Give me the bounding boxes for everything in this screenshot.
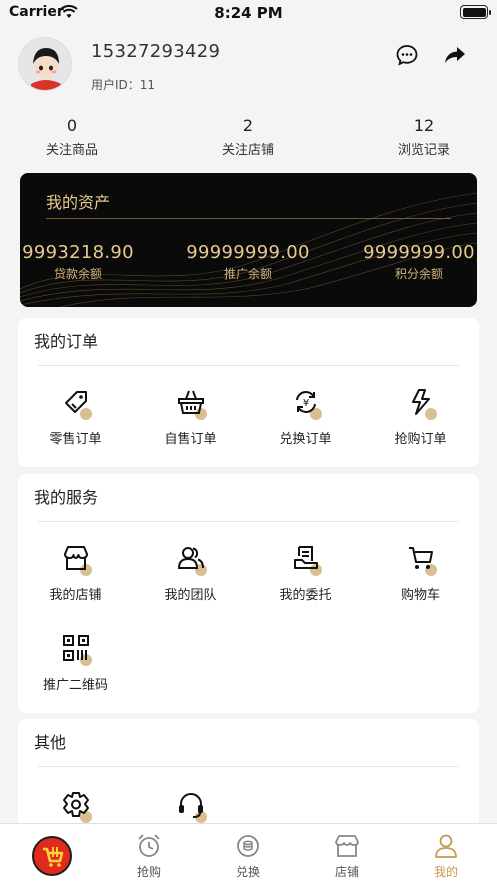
- stat-followed-goods[interactable]: 0 关注商品: [12, 115, 132, 158]
- service-label: 推广二维码: [42, 678, 108, 693]
- order-retail[interactable]: 零售订单: [18, 386, 133, 447]
- stat-label: 浏览记录: [397, 143, 450, 158]
- service-cart[interactable]: 购物车: [363, 542, 478, 603]
- asset-divider: [46, 218, 451, 219]
- avatar[interactable]: [18, 37, 72, 91]
- asset-label: 推广余额: [223, 267, 272, 281]
- stat-value: 0: [66, 116, 78, 135]
- asset-label: 积分余额: [394, 267, 443, 281]
- asset-title: 我的资产: [46, 193, 111, 212]
- cart-icon: [408, 547, 433, 569]
- battery-icon: [460, 5, 491, 19]
- shop-logo-icon[interactable]: [32, 836, 72, 876]
- stat-browse-history[interactable]: 12 浏览记录: [364, 115, 484, 158]
- order-label: 零售订单: [49, 432, 102, 447]
- team-icon: [177, 547, 204, 569]
- stat-value: 2: [242, 116, 254, 135]
- orders-panel: 我的订单 零售订单 自售订单 ¥ 兑换订单 抢购订单: [18, 318, 479, 467]
- svg-text:¥: ¥: [302, 398, 308, 409]
- panel-divider: [38, 365, 459, 366]
- delegate-icon: [293, 546, 318, 569]
- exchange-coin-icon: [233, 831, 263, 861]
- alarm-clock-icon: [134, 831, 164, 861]
- service-my-store[interactable]: 我的店铺: [18, 542, 133, 603]
- order-flash-sale[interactable]: 抢购订单: [363, 386, 478, 447]
- store-tab-icon: [332, 831, 362, 861]
- panel-divider: [38, 766, 459, 767]
- tab-label: 抢购: [136, 865, 161, 879]
- asset-value: 9999999.00: [363, 242, 475, 263]
- orders-title: 我的订单: [34, 332, 99, 351]
- asset-card: 我的资产 9993218.90 贷款余额 99999999.00 推广余额 99…: [20, 173, 477, 307]
- services-title: 我的服务: [34, 488, 99, 507]
- headset-icon: [178, 793, 203, 818]
- store-icon: [63, 546, 88, 570]
- tab-label: 兑换: [235, 865, 260, 879]
- message-icon[interactable]: [392, 40, 422, 70]
- service-label: 我的委托: [279, 588, 332, 603]
- panel-divider: [38, 521, 459, 522]
- tab-exchange[interactable]: 兑换: [198, 824, 298, 883]
- status-bar: Carrier 8:24 PM: [0, 0, 497, 26]
- lightning-icon: [411, 389, 430, 415]
- user-id-row: 用户ID：11: [91, 76, 155, 93]
- order-self-sale[interactable]: 自售订单: [133, 386, 248, 447]
- asset-value: 9993218.90: [22, 242, 134, 263]
- order-label: 抢购订单: [394, 432, 447, 447]
- others-title: 其他: [34, 733, 67, 752]
- stat-label: 关注店铺: [221, 143, 274, 158]
- settings-icon: [62, 792, 89, 817]
- asset-label: 贷款余额: [53, 267, 102, 281]
- share-icon[interactable]: [440, 40, 470, 70]
- order-exchange[interactable]: ¥ 兑换订单: [248, 386, 363, 447]
- asset-promo-balance[interactable]: 99999999.00 推广余额: [173, 242, 323, 282]
- tab-flash-sale[interactable]: 抢购: [99, 824, 199, 883]
- tab-bar: 抢购 兑换 店铺 我的: [0, 823, 497, 883]
- service-my-delegation[interactable]: 我的委托: [248, 542, 363, 603]
- qrcode-icon: [62, 635, 89, 661]
- tab-label: 店铺: [334, 865, 359, 879]
- services-panel: 我的服务 我的店铺 我的团队 我的委托 购物车 推广二维码: [18, 474, 479, 713]
- stats-row: 0 关注商品 2 关注店铺 12 浏览记录: [0, 115, 497, 165]
- tab-store[interactable]: 店铺: [297, 824, 397, 883]
- asset-value: 99999999.00: [186, 242, 310, 263]
- order-label: 兑换订单: [279, 432, 332, 447]
- user-phone: 15327293429: [91, 41, 221, 62]
- tab-mine[interactable]: 我的: [396, 824, 496, 883]
- service-my-team[interactable]: 我的团队: [133, 542, 248, 603]
- exchange-icon: ¥: [295, 391, 316, 413]
- order-label: 自售订单: [164, 432, 217, 447]
- service-label: 购物车: [400, 588, 440, 603]
- stat-followed-stores[interactable]: 2 关注店铺: [188, 115, 308, 158]
- tag-icon: [64, 391, 87, 413]
- service-label: 我的团队: [164, 588, 217, 603]
- service-promo-qrcode[interactable]: 推广二维码: [18, 632, 133, 693]
- user-id-value: 11: [139, 78, 156, 92]
- asset-loan-balance[interactable]: 9993218.90 贷款余额: [20, 242, 153, 282]
- user-id-label: 用户ID：: [91, 78, 140, 92]
- tab-label: 我的: [433, 865, 458, 879]
- basket-icon: [177, 390, 204, 414]
- asset-points-balance[interactable]: 9999999.00 积分余额: [344, 242, 477, 282]
- stat-label: 关注商品: [45, 143, 98, 158]
- user-icon: [431, 831, 461, 861]
- stat-value: 12: [413, 116, 435, 135]
- service-label: 我的店铺: [49, 588, 102, 603]
- status-time: 8:24 PM: [214, 4, 283, 22]
